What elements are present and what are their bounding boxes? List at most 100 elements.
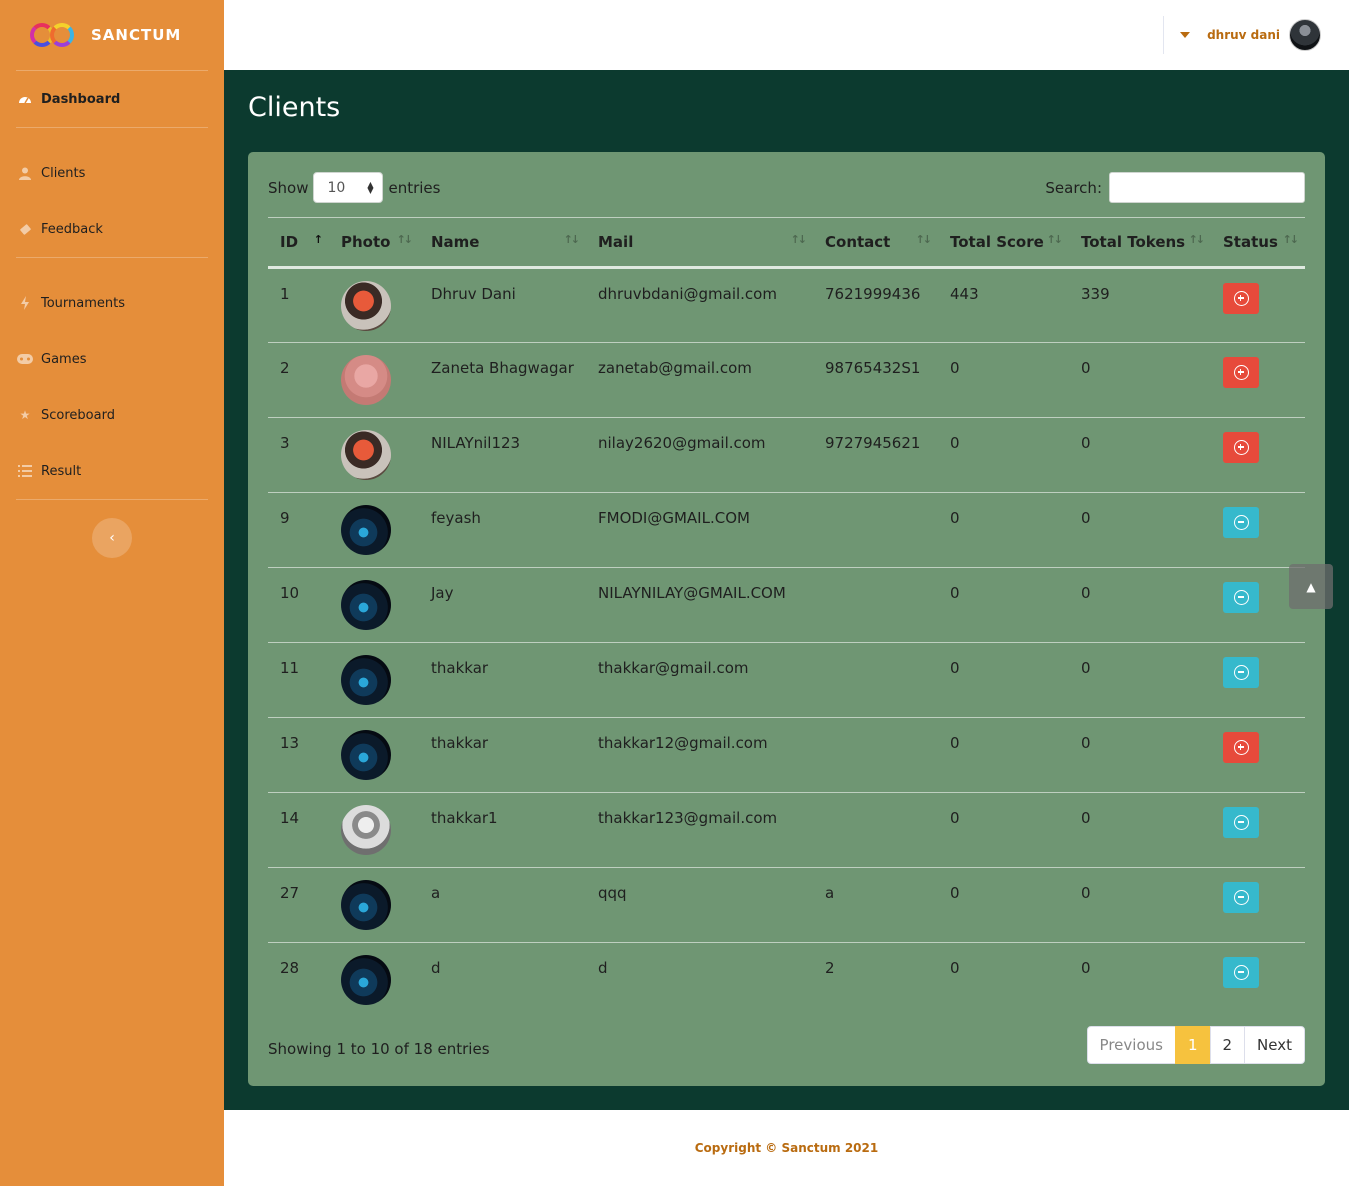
status-remove-button[interactable] (1223, 957, 1259, 988)
status-cell (1211, 867, 1305, 943)
column-header-status[interactable]: Status ↑↓ (1211, 217, 1305, 269)
status-remove-button[interactable] (1223, 507, 1259, 538)
plus-circle-icon (1233, 440, 1249, 455)
user-menu[interactable]: dhruv dani (1180, 19, 1321, 51)
contact-cell (813, 567, 938, 643)
total-score-cell: 0 (950, 959, 960, 977)
table-row: 14 thakkar1 thakkar123@gmail.com 0 0 (268, 792, 1305, 868)
column-header-name[interactable]: Name ↑↓ (419, 217, 586, 269)
photo-cell (329, 417, 419, 493)
column-header-total-tokens[interactable]: Total Tokens ↑↓ (1069, 217, 1211, 269)
sort-icon: ↑↓ (1282, 233, 1300, 246)
mail-cell: d (598, 959, 608, 977)
sort-icon: ↑↓ (915, 233, 933, 246)
status-add-button[interactable] (1223, 732, 1259, 763)
previous-page-button[interactable]: Previous (1086, 1026, 1176, 1064)
next-page-button[interactable]: Next (1244, 1026, 1305, 1064)
status-remove-button[interactable] (1223, 582, 1259, 613)
table-row: 11 thakkar thakkar@gmail.com 0 0 (268, 642, 1305, 718)
minus-circle-icon (1233, 965, 1249, 980)
minus-circle-icon (1233, 665, 1249, 680)
sidebar-toggle-button[interactable]: ‹ (92, 518, 132, 558)
topbar-divider (1163, 16, 1164, 54)
column-header-id[interactable]: ID ↑ (268, 217, 329, 269)
column-header-mail[interactable]: Mail ↑↓ (586, 217, 813, 269)
chevron-up-icon: ▲ (1306, 579, 1316, 594)
table-row: 13 thakkar thakkar12@gmail.com 0 0 (268, 717, 1305, 793)
plus-circle-icon (1233, 291, 1249, 306)
search-input[interactable] (1109, 172, 1305, 203)
sidebar-item-scoreboard[interactable]: ★ Scoreboard (0, 387, 224, 443)
total-score-cell: 0 (938, 492, 1069, 568)
minus-circle-icon (1233, 890, 1249, 905)
status-add-button[interactable] (1223, 432, 1259, 463)
contact-cell: 9727945621 (813, 417, 938, 493)
total-score-cell: 0 (938, 717, 1069, 793)
total-tokens-cell: 0 (1081, 959, 1091, 977)
sidebar-item-tournaments[interactable]: Tournaments (0, 275, 224, 331)
contact-cell: 7621999436 (813, 267, 938, 343)
gamepad-icon (17, 352, 33, 366)
scroll-to-top-button[interactable]: ▲ (1289, 564, 1333, 609)
sidebar-item-result[interactable]: Result (0, 443, 224, 499)
table-info: Showing 1 to 10 of 18 entries (268, 1040, 490, 1058)
table-header-row: ID ↑ Photo ↑↓ Name ↑↓ Mail ↑↓ Contact ↑↓ Tota… (268, 217, 1305, 269)
ticket-icon (17, 222, 33, 236)
search-label: Search: (1045, 178, 1102, 197)
minus-circle-icon (1233, 590, 1249, 605)
id-cell: 28 (280, 959, 300, 977)
page-size-select[interactable]: 10 ▲ ▼ (313, 172, 384, 203)
column-header-photo[interactable]: Photo ↑↓ (329, 217, 419, 269)
contact-cell: 98765432S1 (813, 342, 938, 418)
status-remove-button[interactable] (1223, 807, 1259, 838)
sidebar-item-clients[interactable]: Clients (0, 145, 224, 201)
total-tokens-cell: 0 (1069, 792, 1211, 868)
contact-cell (813, 792, 938, 868)
status-remove-button[interactable] (1223, 657, 1259, 688)
client-photo (341, 880, 391, 930)
total-score-cell: 0 (938, 417, 1069, 493)
client-photo (341, 580, 391, 630)
list-icon (17, 464, 33, 478)
client-photo (341, 505, 391, 555)
page-button-1[interactable]: 1 (1174, 1026, 1211, 1064)
client-photo (341, 281, 391, 331)
status-add-button[interactable] (1223, 283, 1259, 314)
page-button-2[interactable]: 2 (1209, 1026, 1246, 1064)
status-remove-button[interactable] (1223, 882, 1259, 913)
status-cell (1211, 492, 1305, 568)
contact-cell (813, 492, 938, 568)
brand[interactable]: SANCTUM (0, 0, 224, 70)
total-tokens-cell: 339 (1069, 267, 1211, 343)
photo-cell (329, 642, 419, 718)
mail-cell: zanetab@gmail.com (586, 342, 813, 418)
name-cell: thakkar (419, 642, 586, 718)
sidebar: SANCTUM Dashboard Clients Feedback Tourn… (0, 0, 224, 1186)
name-cell: NILAYnil123 (419, 417, 586, 493)
sidebar-item-feedback[interactable]: Feedback (0, 201, 224, 257)
status-add-button[interactable] (1223, 357, 1259, 388)
photo-cell (329, 342, 419, 418)
caret-down-icon (1180, 32, 1191, 38)
page-size-value: 10 (327, 179, 346, 196)
total-tokens-cell: 0 (1069, 867, 1211, 943)
copyright-text: Copyright © Sanctum 2021 (694, 1141, 879, 1155)
mail-cell: thakkar@gmail.com (586, 642, 813, 718)
table-row: 9 feyash FMODI@GMAIL.COM 0 0 (268, 492, 1305, 568)
column-header-total-score[interactable]: Total Score ↑↓ (938, 217, 1069, 269)
column-header-contact[interactable]: Contact ↑↓ (813, 217, 938, 269)
id-cell: 11 (268, 642, 329, 718)
sidebar-item-dashboard[interactable]: Dashboard (0, 71, 224, 127)
sort-icon: ↑↓ (790, 233, 808, 246)
name-cell: feyash (419, 492, 586, 568)
photo-cell (329, 267, 419, 343)
status-cell (1211, 267, 1305, 343)
total-tokens-cell: 0 (1069, 342, 1211, 418)
total-score-cell: 0 (938, 342, 1069, 418)
sort-asc-icon: ↑ (313, 233, 323, 246)
name-cell: Zaneta Bhagwagar (419, 342, 586, 418)
client-photo (341, 355, 391, 405)
client-photo (341, 655, 391, 705)
sidebar-item-games[interactable]: Games (0, 331, 224, 387)
bolt-icon (17, 296, 33, 310)
